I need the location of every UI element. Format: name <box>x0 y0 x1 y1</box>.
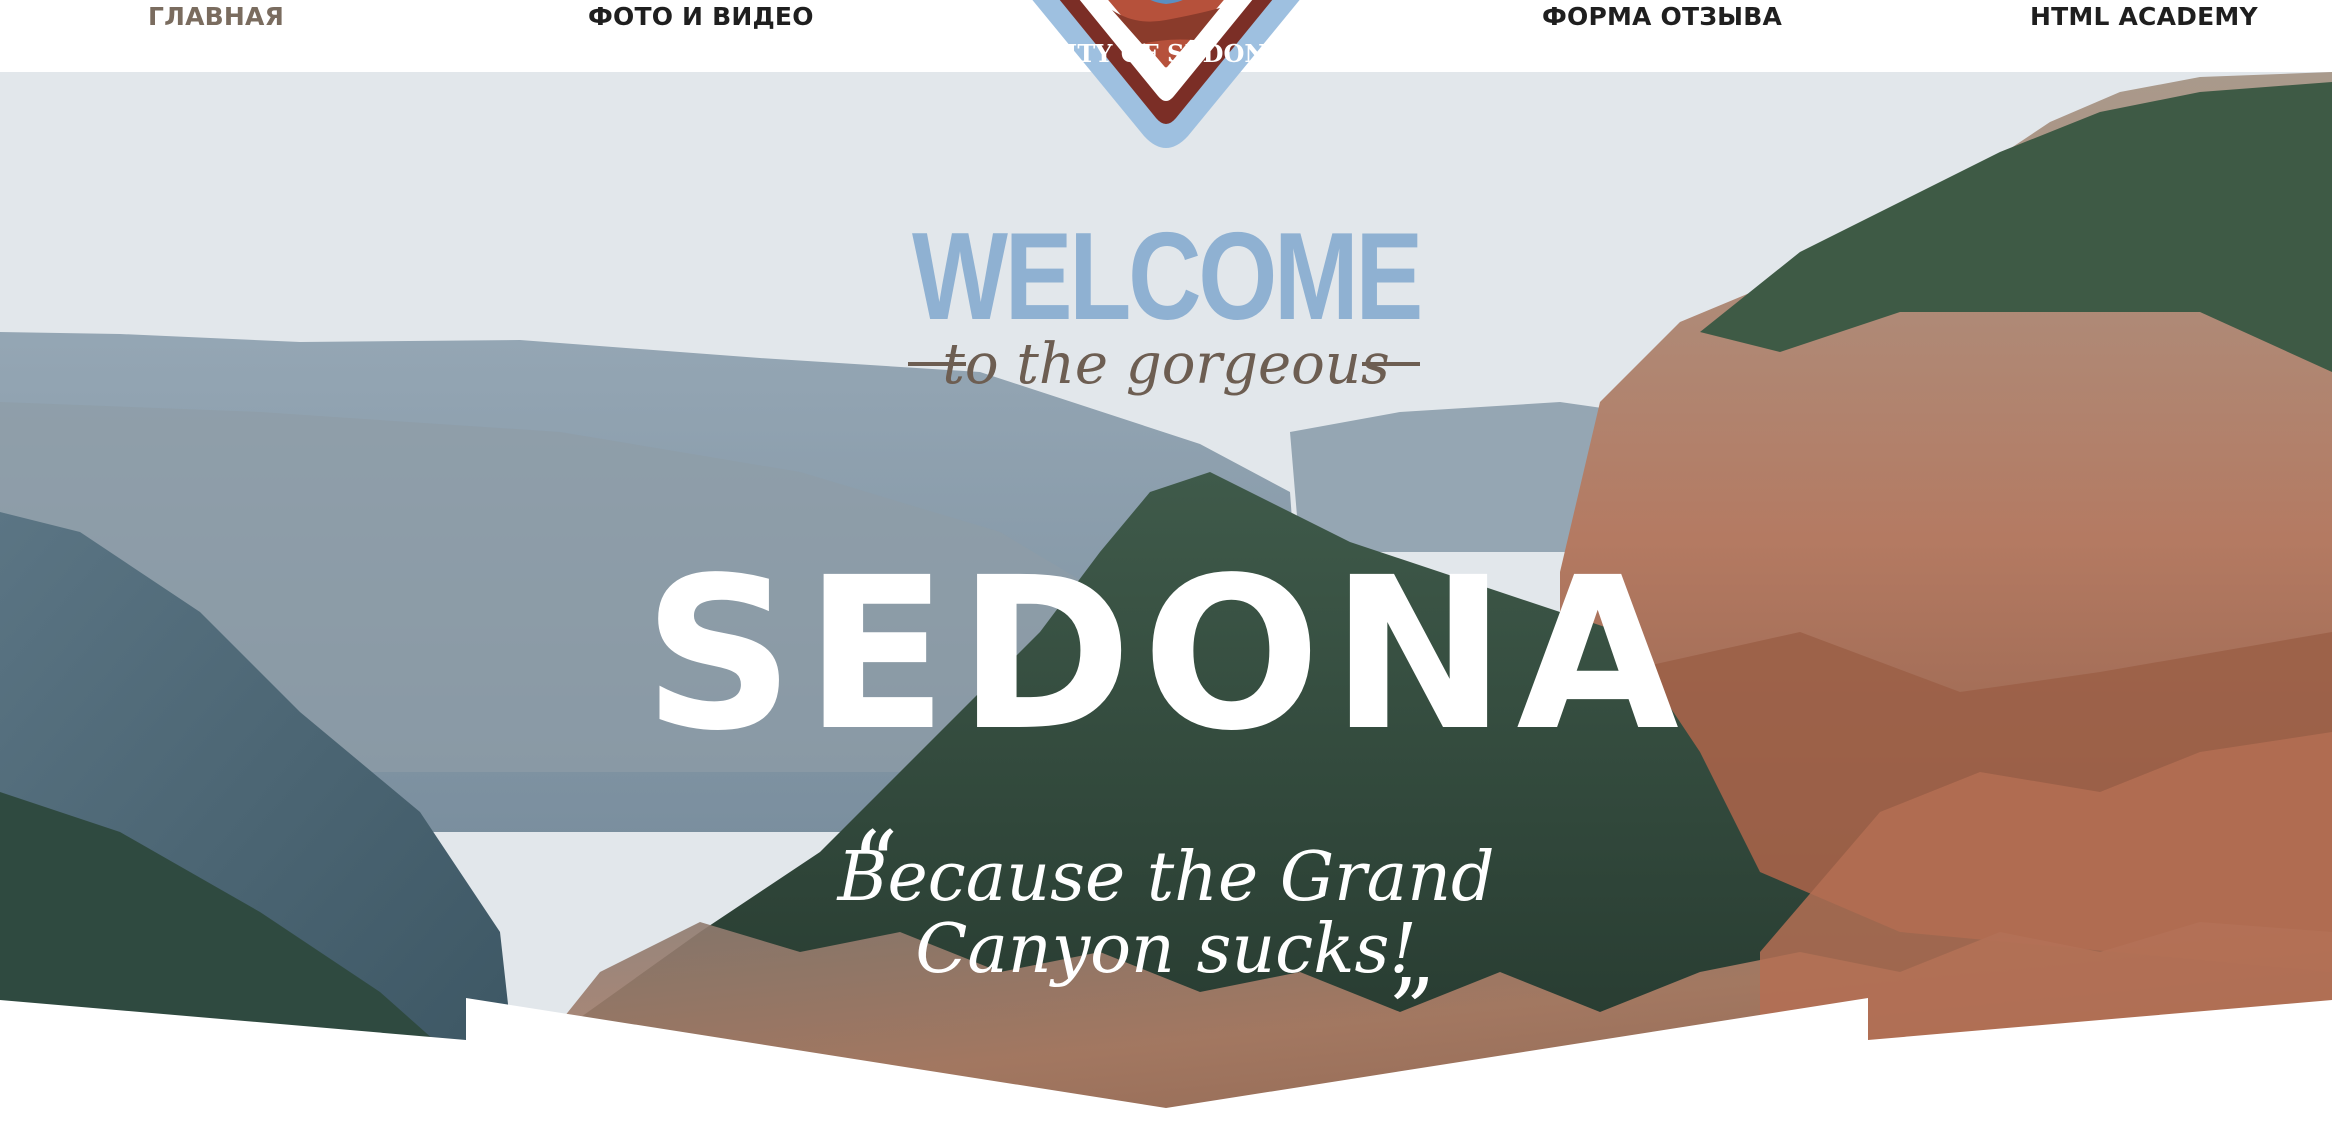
hero-bottom-divider <box>0 998 2332 1134</box>
nav-link-photo-video[interactable]: ФОТО И ВИДЕО <box>588 0 814 34</box>
nav-link-feedback-form[interactable]: ФОРМА ОТЗЫВА <box>1542 0 1782 34</box>
hero-section: WELCOME to the gorgeous SEDONA “ Because… <box>0 72 2332 1112</box>
nav-link-home[interactable]: ГЛАВНАЯ <box>148 0 284 34</box>
logo-emblem[interactable]: CITY OF SEDONA <box>1016 0 1316 152</box>
hero-subline: to the gorgeous <box>942 332 1390 397</box>
logo-text: CITY OF SEDONA <box>1047 39 1285 68</box>
hero-title: SEDONA <box>643 532 1689 777</box>
hero-welcome-heading: WELCOME <box>912 208 1423 346</box>
subline-dash-right <box>1362 362 1420 366</box>
hero-quote-line-1: Because the Grand <box>837 838 1495 917</box>
nav-link-html-academy[interactable]: HTML ACADEMY <box>2030 0 2258 34</box>
